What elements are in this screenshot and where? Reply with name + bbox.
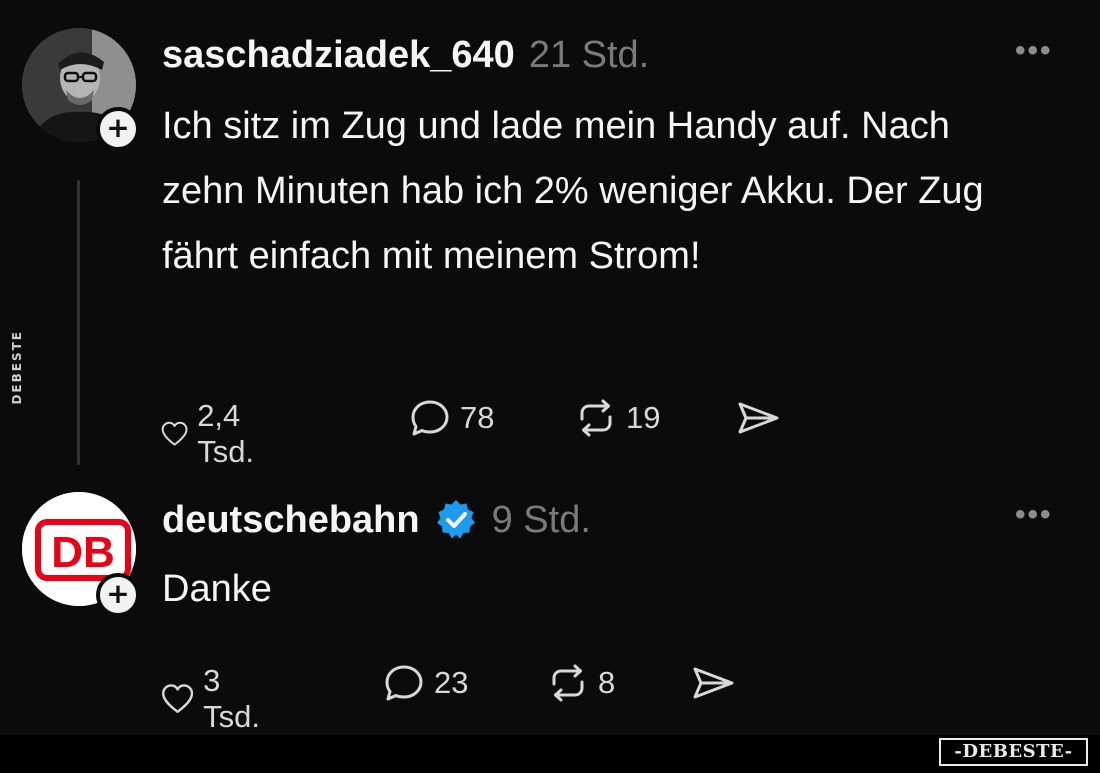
corner-watermark: -DEBESTE- (939, 738, 1088, 766)
heart-icon (161, 684, 194, 713)
bottom-watermark-strip (0, 735, 1100, 773)
like-button[interactable]: 2,4 Tsd. (160, 398, 269, 470)
send-icon (693, 667, 734, 699)
side-watermark: DEBESTE (10, 330, 24, 405)
heart-icon (161, 421, 188, 446)
reply-button[interactable]: 78 (408, 398, 494, 438)
username[interactable]: saschadziadek_640 (162, 34, 515, 77)
like-count: 2,4 Tsd. (197, 398, 255, 469)
post-header: deutschebahn 9 Std. (162, 498, 591, 542)
username[interactable]: deutschebahn (162, 499, 420, 542)
thread-screen: DEBESTE + saschadziadek_640 21 Std. ••• … (0, 0, 1100, 735)
repost-button[interactable]: 19 (574, 398, 660, 438)
post-text: Ich sitz im Zug und lade mein Handy auf.… (162, 105, 984, 277)
reply-button[interactable]: 23 (382, 663, 468, 703)
send-icon (738, 402, 779, 434)
comment-icon (411, 400, 449, 436)
post-header: saschadziadek_640 21 Std. (162, 34, 649, 77)
timestamp: 9 Std. (491, 498, 591, 541)
more-horizontal-icon[interactable]: ••• (1015, 34, 1053, 68)
more-horizontal-icon[interactable]: ••• (1015, 498, 1053, 532)
post-text: Danke (162, 568, 272, 610)
thread-connector-line (77, 180, 80, 465)
reply-count: 23 (434, 665, 469, 700)
repost-count: 19 (626, 400, 661, 435)
repost-count: 8 (598, 665, 616, 700)
db-logo-text: DB (51, 528, 115, 577)
share-button[interactable] (690, 663, 736, 703)
reply-count: 78 (460, 400, 495, 435)
comment-icon (385, 665, 423, 701)
follow-plus-icon[interactable]: + (96, 107, 140, 151)
timestamp: 21 Std. (528, 34, 650, 76)
follow-plus-icon[interactable]: + (96, 573, 140, 617)
verified-badge-icon (436, 500, 475, 539)
repost-icon (552, 664, 584, 702)
share-button[interactable] (735, 398, 781, 438)
like-count: 3 Tsd. (203, 663, 261, 734)
repost-button[interactable]: 8 (546, 663, 615, 703)
repost-icon (580, 399, 612, 437)
like-button[interactable]: 3 Tsd. (160, 663, 269, 735)
